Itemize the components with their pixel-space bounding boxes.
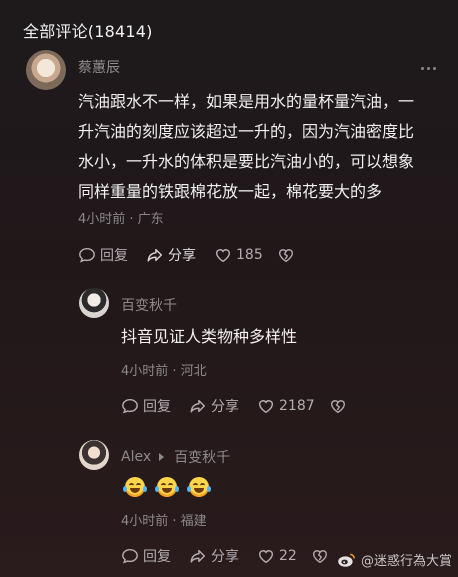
reply-icon [122, 398, 138, 414]
comment-text-line: 汽油跟水不一样，如果是用水的量杯量汽油，一 [78, 92, 415, 111]
avatar[interactable] [26, 50, 66, 90]
like-button[interactable]: 2187 [257, 397, 315, 415]
reply-button[interactable]: 回复 [121, 396, 171, 416]
emoji-row [123, 477, 211, 497]
reply-label: 回复 [100, 248, 128, 264]
like-button[interactable]: 185 [214, 246, 263, 264]
share-icon [190, 399, 206, 413]
broken-heart-icon [312, 550, 327, 563]
reply-arrow-icon [159, 452, 165, 461]
comments-panel: 全部评论(18414) 蔡蕙辰 汽油跟水不一样，如果是用水的量杯量汽油，一 升汽… [0, 0, 458, 577]
dislike-button[interactable] [329, 397, 351, 415]
like-count: 22 [279, 548, 297, 564]
dislike-button[interactable] [311, 547, 333, 565]
comment-actions: 回复 分享 185 [78, 245, 317, 265]
avatar[interactable] [79, 288, 109, 318]
broken-heart-icon [278, 249, 293, 262]
comment-text-line: 抖音见证人类物种多样性 [121, 327, 298, 346]
heart-icon [215, 249, 231, 263]
reply-icon [122, 548, 138, 564]
share-label: 分享 [211, 549, 239, 565]
share-button[interactable]: 分享 [189, 396, 239, 416]
watermark-text: @迷惑行為大賞 [360, 554, 452, 569]
laugh-cry-emoji [123, 477, 147, 497]
weibo-watermark: @迷惑行為大賞 [337, 550, 452, 569]
comment-meta: 4小时前 · 广东 [78, 212, 164, 227]
like-button[interactable]: 22 [257, 547, 297, 565]
heart-icon [258, 400, 274, 414]
share-button[interactable]: 分享 [189, 546, 239, 566]
like-count: 185 [236, 247, 263, 263]
reply-icon [79, 247, 95, 263]
laugh-cry-emoji [155, 477, 179, 497]
like-count: 2187 [279, 398, 315, 414]
broken-heart-icon [330, 400, 345, 413]
comment-text: 汽油跟水不一样，如果是用水的量杯量汽油，一 升汽油的刻度应该超过一升的，因为汽油… [78, 87, 448, 207]
comment-meta: 4小时前 · 河北 [121, 364, 207, 379]
weibo-logo-icon [338, 553, 355, 567]
share-button[interactable]: 分享 [146, 245, 196, 265]
reply-label: 回复 [143, 549, 171, 565]
heart-icon [258, 550, 274, 564]
comments-header: 全部评论(18414) [23, 22, 153, 41]
reply-label: 回复 [143, 399, 171, 415]
comment-text-line: 升汽油的刻度应该超过一升的，因为汽油密度比 [78, 122, 415, 141]
reply-button[interactable]: 回复 [121, 546, 171, 566]
comment-text: 抖音见证人类物种多样性 [121, 322, 441, 352]
laugh-cry-emoji [187, 477, 211, 497]
comment-text-line: 水小，一升水的体积是要比汽油小的，可以想象 [78, 152, 415, 171]
reply-to-author[interactable]: 百变秋千 [174, 447, 230, 467]
comment-meta: 4小时前 · 福建 [121, 514, 207, 529]
reply-button[interactable]: 回复 [78, 245, 128, 265]
share-icon [190, 549, 206, 563]
share-label: 分享 [168, 248, 196, 264]
share-icon [147, 248, 163, 262]
avatar[interactable] [79, 440, 109, 470]
share-label: 分享 [211, 399, 239, 415]
reply-author-line: Alex 百变秋千 [121, 447, 230, 467]
comment-author[interactable]: 百变秋千 [121, 295, 177, 315]
comment-author[interactable]: 蔡蕙辰 [78, 57, 120, 77]
more-options-icon[interactable] [421, 67, 436, 70]
comment-text-line: 同样重量的铁跟棉花放一起，棉花要大的多 [78, 182, 383, 201]
dislike-button[interactable] [277, 246, 299, 264]
comment-author[interactable]: Alex [121, 449, 151, 465]
comment-actions: 回复 分享 22 [121, 546, 351, 566]
comment-actions: 回复 分享 2187 [121, 396, 369, 416]
